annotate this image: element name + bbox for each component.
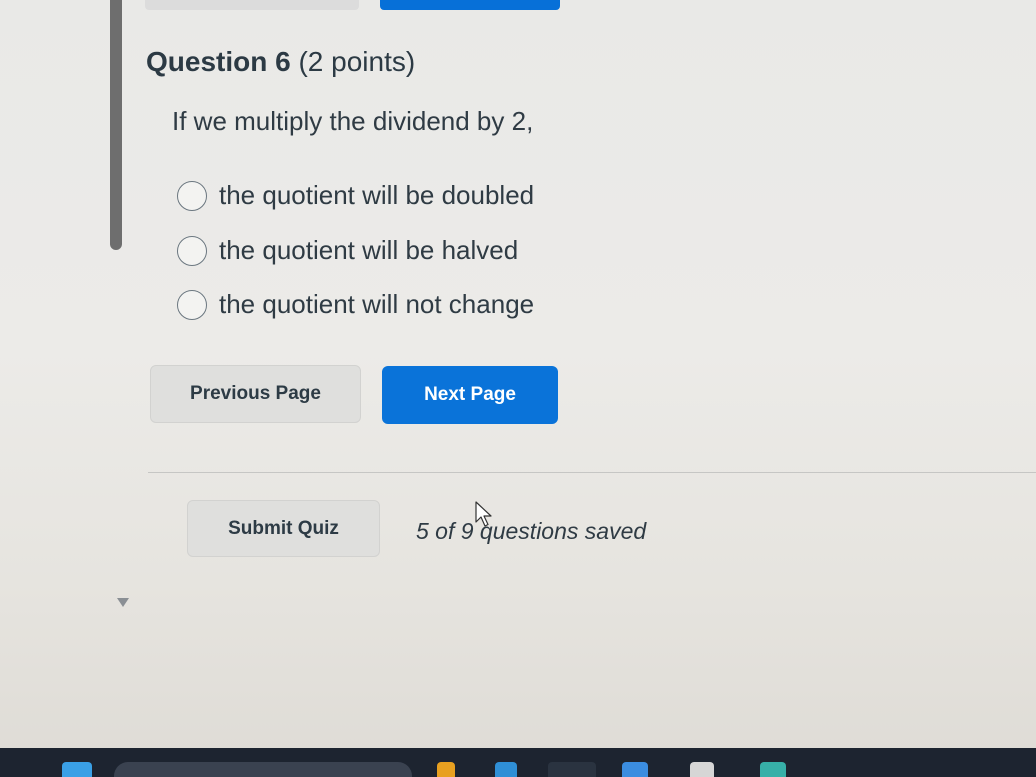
- question-prompt: If we multiply the dividend by 2,: [172, 106, 534, 136]
- start-icon[interactable]: [62, 762, 92, 777]
- answer-option-3[interactable]: the quotient will not change: [177, 289, 534, 320]
- taskbar-app-icon[interactable]: [690, 762, 714, 777]
- answer-option-label: the quotient will not change: [219, 289, 535, 319]
- taskbar-app-icon[interactable]: [495, 762, 517, 777]
- scrollbar-thumb[interactable]: [110, 0, 122, 250]
- next-page-button[interactable]: Next Page: [382, 366, 558, 424]
- mouse-pointer-icon: [475, 501, 492, 527]
- os-taskbar: [0, 748, 1036, 777]
- answer-option-label: the quotient will be halved: [219, 235, 519, 265]
- taskbar-app-icon[interactable]: [437, 762, 455, 777]
- answer-option-1[interactable]: the quotient will be doubled: [177, 180, 534, 211]
- taskbar-app-icon[interactable]: [622, 762, 648, 777]
- radio-unselected-icon[interactable]: [177, 180, 207, 211]
- caret-down-icon[interactable]: [117, 598, 129, 608]
- taskbar-app-icon[interactable]: [760, 762, 786, 777]
- question-header: Question 6 (2 points): [146, 46, 415, 78]
- answer-option-2[interactable]: the quotient will be halved: [177, 235, 518, 266]
- saved-status: 5 of 9 questions saved: [416, 518, 647, 544]
- answer-option-label: the quotient will be doubled: [219, 180, 535, 210]
- radio-unselected-icon[interactable]: [177, 289, 207, 320]
- question-points: (2 points): [298, 46, 416, 77]
- question-number: Question 6: [146, 46, 291, 77]
- previous-page-button[interactable]: Previous Page: [150, 365, 361, 423]
- partial-top-button-right[interactable]: [380, 0, 560, 10]
- taskbar-search-box[interactable]: [114, 762, 412, 777]
- partial-top-button-left[interactable]: [145, 0, 359, 10]
- radio-unselected-icon[interactable]: [177, 235, 207, 266]
- submit-quiz-button[interactable]: Submit Quiz: [187, 500, 380, 557]
- taskbar-app-icon[interactable]: [548, 762, 596, 777]
- divider: [148, 472, 1036, 473]
